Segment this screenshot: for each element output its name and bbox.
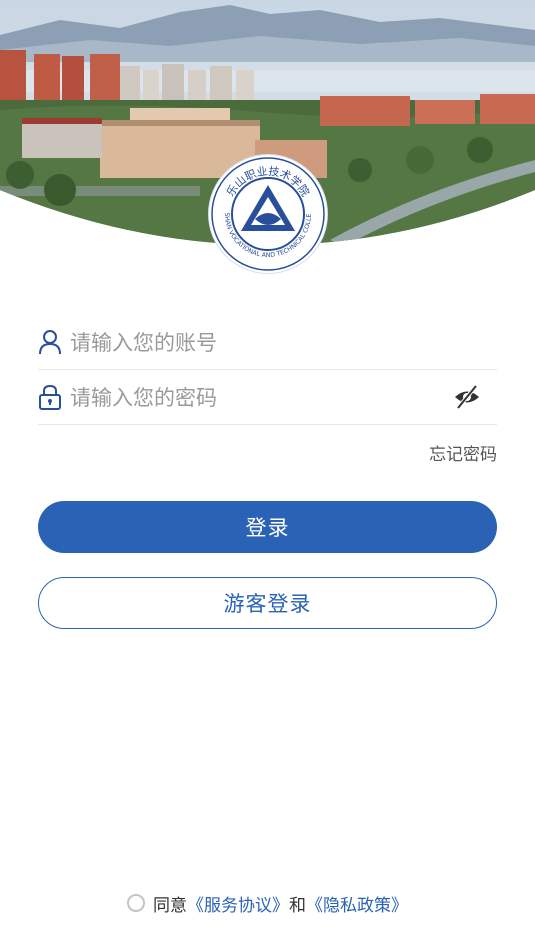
forgot-password-link[interactable]: 忘记密码	[429, 440, 497, 465]
account-field	[38, 314, 497, 370]
login-button[interactable]: 登录	[38, 501, 497, 553]
user-icon	[38, 329, 62, 355]
and-text: 和	[289, 895, 306, 916]
eye-off-icon[interactable]	[453, 383, 481, 411]
agree-text: 同意	[153, 895, 187, 916]
college-logo: 乐山职业技术学院 LESHAN VOCATIONAL AND TECHNICAL…	[209, 155, 327, 273]
login-page: 乐山职业技术学院 LESHAN VOCATIONAL AND TECHNICAL…	[0, 0, 535, 951]
password-field	[38, 369, 497, 425]
account-input[interactable]	[68, 324, 452, 362]
lock-icon	[38, 384, 62, 410]
agreement-row: 同意 《服务协议》 和 《隐私政策》	[0, 890, 535, 916]
password-input[interactable]	[68, 379, 452, 417]
guest-login-button[interactable]: 游客登录	[38, 577, 497, 629]
radio-unchecked-icon[interactable]	[127, 894, 145, 912]
service-agreement-link[interactable]: 《服务协议》	[187, 891, 289, 916]
privacy-policy-link[interactable]: 《隐私政策》	[306, 891, 408, 916]
